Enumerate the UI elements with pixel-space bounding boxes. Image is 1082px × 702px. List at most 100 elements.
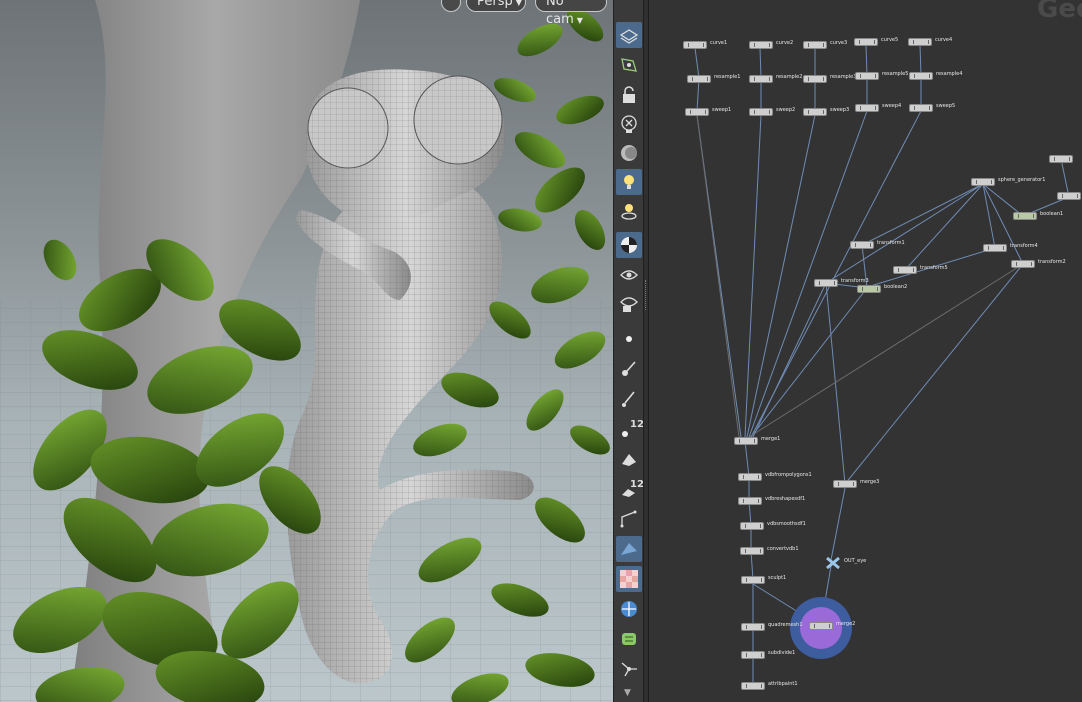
sop-node-icon bbox=[908, 38, 932, 46]
sop-node-icon bbox=[803, 75, 827, 83]
viewport-scene bbox=[0, 0, 613, 702]
merge-node-icon bbox=[833, 480, 857, 488]
node-label: quadremesh1 bbox=[768, 622, 803, 628]
checker-icon[interactable] bbox=[616, 566, 642, 592]
node-label: merge3 bbox=[860, 479, 880, 485]
chevron-down-icon: ▼ bbox=[515, 0, 522, 7]
node-label: transform2 bbox=[1038, 259, 1066, 265]
cam-label: No cam bbox=[546, 0, 574, 27]
handle-icon[interactable] bbox=[616, 656, 642, 682]
transform-node-icon bbox=[893, 266, 917, 274]
vdb-node-icon bbox=[740, 522, 764, 530]
render-visibility-icon[interactable] bbox=[616, 291, 642, 317]
transform-node-icon bbox=[814, 279, 838, 287]
node-label: subdivide1 bbox=[768, 650, 796, 656]
node-label: curve3 bbox=[830, 40, 848, 46]
sop-node-icon bbox=[683, 41, 707, 49]
sop-node-icon bbox=[741, 682, 765, 690]
vertex-number-label: 12 bbox=[630, 419, 644, 430]
face-shaded-icon[interactable] bbox=[616, 536, 642, 562]
point-icon[interactable] bbox=[616, 326, 642, 352]
node-label: transform4 bbox=[1010, 243, 1038, 249]
viewport-toolbar: 12 12 ▼ bbox=[613, 0, 644, 702]
vertex-num-icon[interactable]: 12 bbox=[616, 416, 644, 442]
node-label: resample4 bbox=[936, 71, 963, 77]
toolbar-more-icon[interactable]: ▼ bbox=[624, 688, 631, 698]
sop-node-icon bbox=[971, 178, 995, 186]
node-label: vdbsmoothsdf1 bbox=[767, 521, 806, 527]
sop-node-icon bbox=[855, 104, 879, 112]
node-label: sweep3 bbox=[830, 107, 850, 113]
vdb-node-icon bbox=[740, 547, 764, 555]
sop-node-icon bbox=[749, 41, 773, 49]
sop-node-icon bbox=[687, 75, 711, 83]
primitive-number-label: 12 bbox=[630, 479, 644, 490]
light-icon[interactable] bbox=[616, 169, 642, 195]
network-editor[interactable]: Geo bbox=[649, 0, 1082, 702]
node-label: sculpt1 bbox=[768, 575, 787, 581]
sop-node-icon bbox=[685, 108, 709, 116]
node-label: sphere_generator1 bbox=[998, 177, 1046, 183]
sop-node-icon bbox=[741, 576, 765, 584]
sop-node-icon bbox=[1057, 192, 1081, 200]
camera-view-menu[interactable]: Persp ▼ bbox=[466, 0, 526, 12]
node-label: curve5 bbox=[881, 37, 899, 43]
node-label: resample1 bbox=[714, 74, 741, 80]
vdb-node-icon bbox=[738, 473, 762, 481]
node-label: sweep1 bbox=[712, 107, 732, 113]
lock-icon[interactable] bbox=[616, 82, 642, 108]
primitive-num-icon[interactable]: 12 bbox=[616, 476, 644, 502]
primitive-icon[interactable] bbox=[616, 446, 642, 472]
node-label: boolean2 bbox=[884, 284, 908, 290]
vdb-node-icon bbox=[738, 497, 762, 505]
node-label: transform3 bbox=[841, 278, 869, 284]
node-label: curve1 bbox=[710, 40, 728, 46]
camera-select-menu[interactable]: No cam ▼ bbox=[535, 0, 607, 27]
node-label: transform1 bbox=[877, 240, 905, 246]
node-label: transform5 bbox=[920, 265, 948, 271]
x-ray-icon[interactable] bbox=[616, 111, 642, 137]
transform-node-icon bbox=[1011, 260, 1035, 268]
transform-icon[interactable] bbox=[616, 596, 642, 622]
sop-node-icon bbox=[909, 104, 933, 112]
node-label: sweep5 bbox=[936, 103, 956, 109]
transform-node-icon bbox=[983, 244, 1007, 252]
uv-icon[interactable] bbox=[616, 626, 642, 652]
chevron-down-icon: ▼ bbox=[576, 16, 583, 25]
node-label: curve2 bbox=[776, 40, 794, 46]
sop-node-icon bbox=[909, 72, 933, 80]
pin-icon[interactable] bbox=[616, 386, 642, 412]
divider-grip-icon bbox=[645, 280, 648, 310]
transform-node-icon bbox=[850, 241, 874, 249]
sop-node-icon bbox=[749, 108, 773, 116]
node-label: resample5 bbox=[882, 71, 909, 77]
edge-icon[interactable] bbox=[616, 506, 642, 532]
node-label: OUT_eye bbox=[844, 558, 867, 564]
node-label: attribpaint1 bbox=[768, 681, 798, 687]
node-out-eye[interactable]: OUT_eye bbox=[825, 555, 866, 574]
sop-node-icon bbox=[1049, 155, 1073, 163]
node-label: resample2 bbox=[776, 74, 803, 80]
merge-node-icon bbox=[734, 437, 758, 445]
boolean-node-icon bbox=[857, 285, 881, 293]
node-label: vdbfrompolygons1 bbox=[765, 472, 812, 478]
node-label: sweep4 bbox=[882, 103, 902, 109]
shading-ball-icon[interactable] bbox=[616, 232, 642, 258]
node-label: merge1 bbox=[761, 436, 781, 442]
scene-viewport[interactable]: Persp ▼ No cam ▼ bbox=[0, 0, 613, 702]
node-label: convertvdb1 bbox=[767, 546, 799, 552]
node-label: vdbreshapesdf1 bbox=[765, 496, 806, 502]
persp-label: Persp bbox=[477, 0, 513, 9]
snapping-icon[interactable] bbox=[616, 52, 642, 78]
sop-node-icon bbox=[749, 75, 773, 83]
null-node-icon bbox=[826, 556, 840, 570]
eye-visibility-icon[interactable] bbox=[616, 262, 642, 288]
sop-node-icon bbox=[741, 651, 765, 659]
node-label: resample3 bbox=[830, 74, 857, 80]
camera-light-icon[interactable] bbox=[616, 198, 642, 224]
display-options-icon[interactable] bbox=[616, 22, 642, 48]
sop-node-icon bbox=[854, 38, 878, 46]
brush-icon[interactable] bbox=[616, 356, 642, 382]
ghost-icon[interactable] bbox=[616, 140, 642, 166]
sop-node-icon bbox=[803, 108, 827, 116]
